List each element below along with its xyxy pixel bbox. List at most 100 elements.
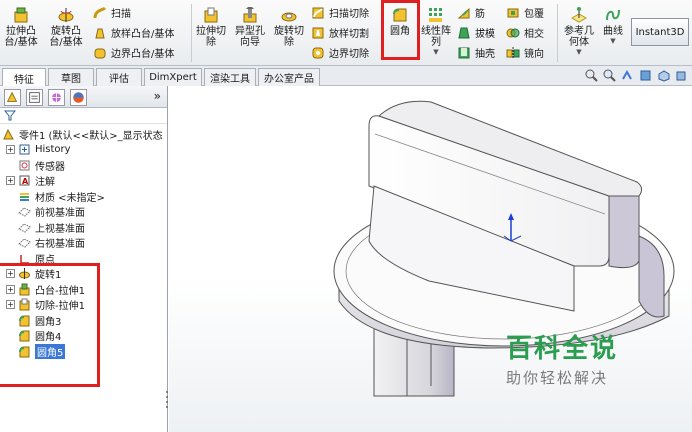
- tree-item-label: 右视基准面: [35, 239, 85, 250]
- material-icon: [20, 192, 29, 201]
- ribbon-separator: [557, 4, 558, 62]
- filter-icon[interactable]: [4, 110, 16, 121]
- view-orientation-icon[interactable]: [657, 69, 670, 82]
- zoom-to-area-icon[interactable]: [603, 69, 616, 82]
- tab-label: 特征: [14, 74, 34, 86]
- revolve-boss-label: 旋转凸 台/基体: [49, 26, 83, 48]
- tab-dimxpert[interactable]: DimXpert: [144, 68, 202, 86]
- linear-pattern-button[interactable]: 线性阵 列 ▼: [420, 2, 452, 56]
- loft-boss-label: 放样凸台/基体: [111, 29, 175, 40]
- chevron-down-icon[interactable]: ▼: [610, 37, 615, 45]
- command-tabs: 特征 草图 评估 DimXpert 渲染工具 办公室产品: [0, 66, 692, 87]
- tree-item-label: 前视基准面: [35, 208, 85, 219]
- tree-item[interactable]: 前视基准面: [18, 204, 85, 219]
- boundary-boss-button[interactable]: 边界凸台/基体: [93, 44, 174, 61]
- draft-button[interactable]: 拔模: [457, 24, 495, 41]
- shell-label: 抽壳: [475, 49, 495, 60]
- tab-office-products[interactable]: 办公室产品: [258, 68, 320, 86]
- revolve-cut-button[interactable]: 旋转切 除: [271, 2, 307, 48]
- curves-icon: [606, 9, 620, 21]
- tree-root-part[interactable]: 零件1 (默认<<默认>_显示状态: [2, 127, 163, 142]
- curves-label: 曲线: [603, 26, 623, 37]
- extrude-boss-button[interactable]: 拉伸凸 台/基体: [2, 2, 40, 48]
- zoom-to-fit-icon[interactable]: [585, 69, 598, 82]
- sweep-button[interactable]: 扫描: [93, 4, 131, 21]
- tree-root-label: 零件1 (默认<<默认>_显示状态: [19, 131, 163, 142]
- extrude-cut-label: 拉伸切 除: [196, 26, 226, 48]
- command-manager-ribbon: 拉伸凸 台/基体 旋转凸 台/基体 扫描 放样凸台/基体 边界凸台/基体 拉伸切…: [0, 0, 692, 66]
- draft-icon: [458, 27, 470, 38]
- extrude-boss-icon: [14, 7, 28, 23]
- wrap-label: 包覆: [524, 9, 544, 20]
- tree-item-label: 上视基准面: [35, 223, 85, 235]
- plane-icon: [18, 238, 31, 248]
- extrude-cut-button[interactable]: 拉伸切 除: [193, 2, 229, 48]
- watermark-subtitle: 助你轻松解决: [506, 369, 609, 387]
- boundary-cut-button[interactable]: 边界切除: [311, 44, 369, 61]
- lofted-cut-label: 放样切割: [329, 29, 369, 40]
- watermark-logo: 百科全说 助你轻松解决: [506, 328, 656, 406]
- annotation-icon: A: [19, 175, 30, 186]
- intersect-button[interactable]: 相交: [506, 24, 544, 41]
- expand-panel-chevron-icon[interactable]: »: [154, 89, 161, 103]
- revolve-boss-icon: [58, 8, 74, 22]
- tab-features[interactable]: 特征: [2, 68, 46, 87]
- curves-button[interactable]: 曲线 ▼: [598, 2, 628, 45]
- draft-label: 拔模: [475, 29, 495, 40]
- reference-geometry-button[interactable]: 参考几 何体 ▼: [560, 2, 598, 56]
- chevron-down-icon[interactable]: ▼: [576, 48, 581, 56]
- svg-text:A: A: [22, 177, 29, 186]
- tree-filter[interactable]: [0, 108, 167, 124]
- wrap-button[interactable]: 包覆: [506, 4, 544, 21]
- configuration-manager-tab-icon[interactable]: [48, 89, 65, 106]
- hole-wizard-button[interactable]: 异型孔 向导: [231, 2, 269, 48]
- rib-icon: [457, 7, 470, 18]
- fillet-highlight-box: [381, 0, 420, 60]
- features-highlight-box: [0, 263, 100, 387]
- tree-item[interactable]: 传感器: [18, 158, 65, 173]
- rib-button[interactable]: 筋: [457, 4, 485, 21]
- tab-render-tools[interactable]: 渲染工具: [204, 68, 256, 86]
- knob-side-face: [608, 195, 640, 269]
- tree-item[interactable]: 材质 <未指定>: [18, 189, 105, 204]
- previous-view-icon[interactable]: [621, 69, 634, 82]
- heads-up-view-toolbar: [585, 69, 688, 82]
- expand-toggle-icon[interactable]: +: [6, 176, 15, 185]
- reference-geometry-label: 参考几 何体: [564, 26, 594, 48]
- history-icon: [19, 144, 30, 155]
- property-manager-tab-icon[interactable]: [26, 89, 43, 106]
- instant3d-button[interactable]: Instant3D: [631, 18, 689, 46]
- revolve-boss-button[interactable]: 旋转凸 台/基体: [46, 2, 86, 48]
- tree-item[interactable]: 上视基准面: [18, 220, 85, 235]
- display-style-icon[interactable]: [675, 69, 688, 82]
- feature-manager-tab-icon[interactable]: [4, 89, 21, 106]
- mirror-label: 镜向: [524, 49, 544, 60]
- tab-label: 办公室产品: [264, 74, 314, 85]
- tab-sketch[interactable]: 草图: [48, 68, 94, 86]
- swept-cut-icon: [312, 7, 324, 18]
- tree-item[interactable]: + A 注解: [6, 173, 55, 188]
- display-manager-tab-icon[interactable]: [70, 89, 87, 106]
- boundary-boss-label: 边界凸台/基体: [111, 49, 175, 60]
- tab-label: DimXpert: [149, 72, 197, 83]
- boundary-boss-icon: [94, 48, 106, 58]
- chevron-down-icon[interactable]: ▼: [433, 48, 438, 56]
- tree-item[interactable]: + History: [6, 142, 71, 157]
- shell-icon: [458, 47, 470, 58]
- plane-icon: [18, 222, 31, 233]
- section-view-icon[interactable]: [639, 69, 652, 82]
- tab-evaluate[interactable]: 评估: [96, 68, 142, 86]
- mirror-button[interactable]: 镜向: [506, 44, 544, 61]
- rib-label: 筋: [475, 9, 485, 20]
- tree-item-label: 材质 <未指定>: [35, 192, 105, 204]
- wrap-icon: [507, 8, 519, 17]
- shell-button[interactable]: 抽壳: [457, 44, 495, 61]
- expand-toggle-icon[interactable]: +: [6, 145, 15, 154]
- extrude-boss-label: 拉伸凸 台/基体: [4, 26, 38, 48]
- swept-cut-button[interactable]: 扫描切除: [311, 4, 369, 21]
- lofted-cut-button[interactable]: 放样切割: [311, 24, 369, 41]
- loft-boss-button[interactable]: 放样凸台/基体: [93, 24, 174, 41]
- mirror-icon: [506, 46, 520, 59]
- tree-item[interactable]: 右视基准面: [18, 235, 85, 250]
- swept-cut-label: 扫描切除: [329, 9, 369, 20]
